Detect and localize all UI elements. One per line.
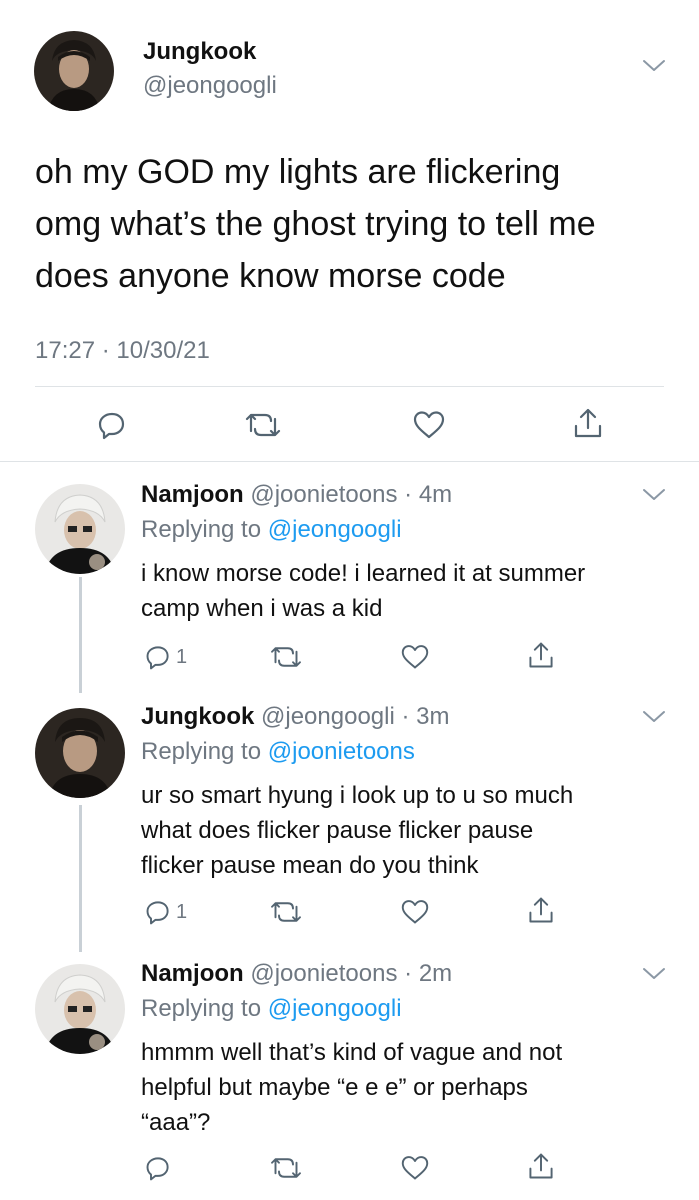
replying-to-link[interactable]: @joonietoons [268,738,415,765]
retweet-button[interactable] [245,408,281,442]
tweet-text: oh my GOD my lights are flickering omg w… [35,146,685,302]
reply-text-line: hmmm well that’s kind of vague and not [141,1039,563,1066]
reply-button[interactable] [144,1151,176,1185]
chevron-down-icon[interactable] [641,966,667,982]
like-button[interactable] [400,1151,430,1185]
reply-text: hmmm well that’s kind of vague and not h… [141,1035,681,1140]
like-button[interactable] [400,895,430,929]
avatar[interactable] [35,484,125,574]
reply-header: Jungkook @jeongoogli · 3m [141,703,449,731]
share-icon [574,408,602,438]
reply-icon [146,901,169,925]
retweet-icon [271,902,301,922]
reply-text-line: camp when i was a kid [141,595,383,622]
share-button[interactable] [526,638,556,672]
like-icon [401,900,429,924]
like-icon [401,1156,429,1180]
reply-icon [98,412,125,440]
replying-to-label: Replying to [141,738,268,765]
retweet-icon [245,413,281,437]
reply-text-line: helpful but maybe “e e e” or perhaps [141,1074,528,1101]
reply-text: i know morse code! i learned it at summe… [141,556,681,626]
tweet-text-line: oh my GOD my lights are flickering [35,153,561,191]
replying-to-label: Replying to [141,995,268,1022]
share-button[interactable] [526,1149,556,1183]
author-handle[interactable]: @jeongoogli [261,703,395,730]
avatar[interactable] [35,708,125,798]
replying-to: Replying to @jeongoogli [141,516,402,544]
replying-to: Replying to @joonietoons [141,738,415,766]
reply-time: · 2m [404,960,453,987]
reply-text-line: “aaa”? [141,1109,211,1136]
reply-button[interactable]: 1 [144,895,187,929]
reply-header: Namjoon @joonietoons · 4m [141,481,452,509]
reply-button[interactable]: 1 [144,640,187,674]
share-icon [529,897,553,923]
retweet-icon [271,647,301,667]
share-icon [529,642,553,668]
like-button[interactable] [412,408,446,442]
author-handle[interactable]: @jeongoogli [143,72,277,100]
reply-text-line: i know morse code! i learned it at summe… [141,560,586,587]
reply-text-line: what does flicker pause flicker pause [141,817,534,844]
author-name[interactable]: Namjoon [141,481,244,508]
divider [0,461,699,462]
author-name[interactable]: Namjoon [141,960,244,987]
tweet-text-line: does anyone know morse code [35,257,506,295]
author-handle[interactable]: @joonietoons [250,960,397,987]
tweet-timestamp[interactable]: 17:27 · 10/30/21 [35,337,210,365]
replying-to: Replying to @jeongoogli [141,995,402,1023]
like-button[interactable] [400,640,430,674]
retweet-button[interactable] [270,640,302,674]
replying-to-link[interactable]: @jeongoogli [268,516,402,543]
replying-to-link[interactable]: @jeongoogli [268,995,402,1022]
chevron-down-icon[interactable] [641,58,667,74]
thread-line [79,577,82,693]
share-button[interactable] [526,893,556,927]
retweet-icon [271,1158,301,1178]
author-handle[interactable]: @joonietoons [250,481,397,508]
thread-line [79,805,82,952]
reply-text: ur so smart hyung i look up to u so much… [141,778,681,883]
avatar[interactable] [34,31,114,111]
chevron-down-icon[interactable] [641,487,667,503]
reply-text-line: flicker pause mean do you think [141,852,479,879]
reply-time: · 4m [404,481,453,508]
replying-to-label: Replying to [141,516,268,543]
like-icon [401,645,429,669]
reply-button[interactable] [96,408,128,442]
share-button[interactable] [571,406,605,440]
chevron-down-icon[interactable] [641,709,667,725]
reply-icon [146,1157,169,1181]
divider [35,386,664,387]
reply-header: Namjoon @joonietoons · 2m [141,960,452,988]
retweet-button[interactable] [270,1151,302,1185]
avatar[interactable] [35,964,125,1054]
reply-text-line: ur so smart hyung i look up to u so much [141,782,574,809]
like-icon [413,411,445,439]
reply-count: 1 [176,900,188,923]
retweet-button[interactable] [270,895,302,929]
reply-icon [146,646,169,670]
share-icon [529,1153,553,1179]
author-name[interactable]: Jungkook [141,703,254,730]
reply-count: 1 [176,645,188,668]
author-name[interactable]: Jungkook [143,38,256,66]
tweet-text-line: omg what’s the ghost trying to tell me [35,205,596,243]
reply-time: · 3m [401,703,450,730]
